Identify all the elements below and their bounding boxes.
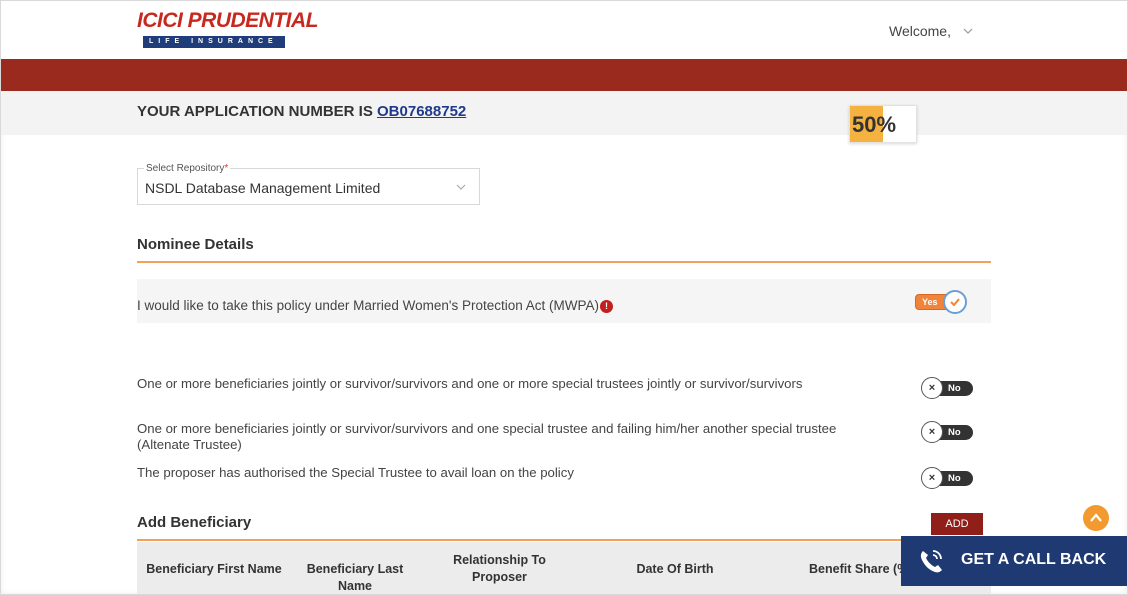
beneficiary-table-header: Beneficiary First Name Beneficiary Last … (137, 542, 991, 594)
close-icon: × (921, 377, 943, 399)
repository-label: Select Repository* (144, 163, 231, 174)
close-icon: × (921, 467, 943, 489)
chevron-up-icon (1090, 513, 1102, 522)
option-toggle-1[interactable]: No × (921, 377, 975, 399)
info-icon[interactable]: ! (600, 300, 613, 313)
scroll-to-top-button[interactable] (1083, 505, 1109, 531)
logo-main-text: ICICI PRUDENTIAL (137, 9, 319, 32)
repository-label-text: Select Repository (146, 163, 225, 174)
call-back-label: GET A CALL BACK (961, 551, 1107, 568)
progress-value: 50% (852, 112, 897, 137)
chevron-down-icon (963, 28, 973, 34)
brand-bar (1, 59, 1127, 91)
mwpa-question-text: I would like to take this policy under M… (137, 298, 599, 313)
add-beneficiary-button[interactable]: ADD (931, 513, 983, 535)
repository-value: NSDL Database Management Limited (145, 180, 381, 196)
user-menu[interactable]: Welcome, (889, 23, 973, 39)
check-icon (950, 298, 960, 307)
chevron-down-icon (456, 184, 466, 190)
option-text-1: One or more beneficiaries jointly or sur… (137, 376, 803, 391)
column-header: Date Of Birth (636, 562, 714, 576)
mwpa-toggle[interactable]: Yes (913, 290, 967, 314)
column-header: Beneficiary Last Name (306, 562, 404, 593)
add-beneficiary-title: Add Beneficiary (137, 514, 252, 531)
progress-indicator: 50% (849, 105, 917, 143)
option-toggle-2[interactable]: No × (921, 421, 975, 443)
option-toggle-3[interactable]: No × (921, 467, 975, 489)
phone-icon (920, 550, 942, 573)
page-frame: ICICI PRUDENTIAL LIFE INSURANCE Welcome,… (0, 0, 1128, 595)
required-mark: * (224, 163, 229, 174)
application-number-prefix: YOUR APPLICATION NUMBER IS (137, 103, 373, 120)
mwpa-question: I would like to take this policy under M… (137, 298, 613, 313)
scrolled-text-remnant (137, 129, 497, 135)
option-text-2: One or more beneficiaries jointly or sur… (137, 421, 837, 452)
section-divider (137, 261, 991, 263)
header: ICICI PRUDENTIAL LIFE INSURANCE Welcome, (1, 1, 1127, 59)
close-icon: × (921, 421, 943, 443)
application-number-link[interactable]: OB07688752 (377, 103, 466, 120)
application-number-heading: YOUR APPLICATION NUMBER IS OB07688752 (137, 103, 466, 120)
call-back-button[interactable]: GET A CALL BACK (901, 536, 1127, 586)
toggle-knob (943, 290, 967, 314)
section-divider (137, 539, 991, 541)
option-text-3: The proposer has authorised the Special … (137, 465, 574, 480)
nominee-details-title: Nominee Details (137, 236, 254, 253)
company-logo[interactable]: ICICI PRUDENTIAL LIFE INSURANCE (137, 9, 337, 51)
column-header: Relationship To Proposer (453, 553, 546, 584)
column-header: Beneficiary First Name (146, 562, 282, 576)
logo-sub-text: LIFE INSURANCE (143, 36, 285, 48)
welcome-text: Welcome, (889, 23, 951, 39)
